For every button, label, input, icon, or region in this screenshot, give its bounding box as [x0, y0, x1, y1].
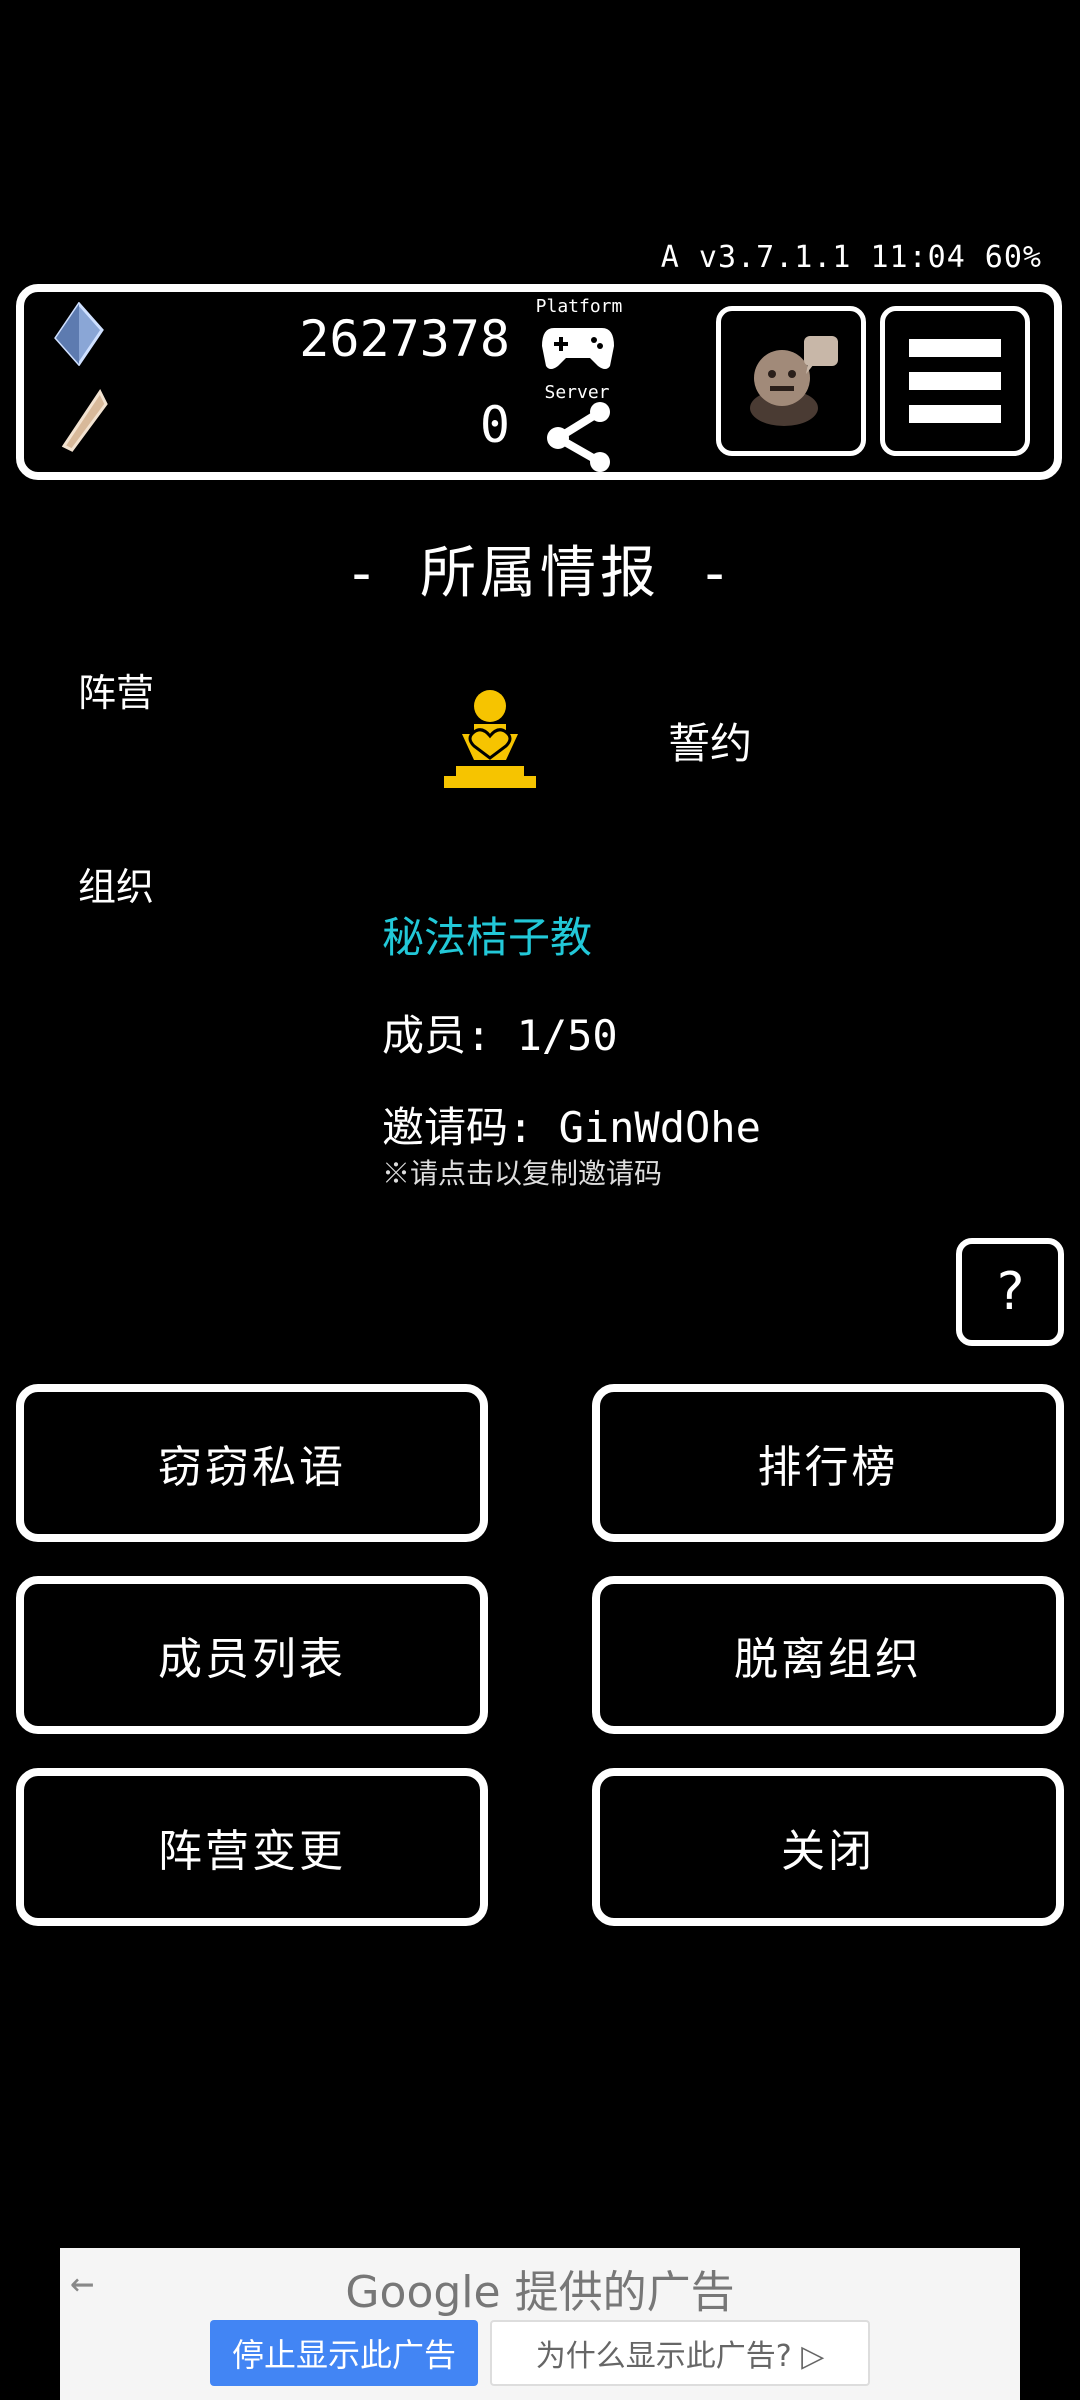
page-title: - 所属情报 - [344, 541, 736, 606]
member-list-button[interactable]: 成员列表 [16, 1576, 488, 1734]
share-icon[interactable] [544, 400, 616, 474]
organization-name[interactable]: 秘法桔子教 [382, 904, 592, 965]
why-this-ad-button[interactable]: 为什么显示此广告? ▷ [490, 2320, 870, 2386]
copy-invite-hint: ※请点击以复制邀请码 [382, 1157, 663, 1190]
chat-character-button[interactable] [716, 306, 866, 456]
crystal-icon [54, 302, 104, 366]
platform-label: Platform [535, 296, 623, 317]
scroll-count: 0 [479, 396, 510, 454]
whisper-button[interactable]: 窃窃私语 [16, 1384, 488, 1542]
scroll-icon [61, 389, 108, 452]
crystal-count: 2627378 [299, 310, 510, 368]
faction-name: 誓约 [668, 719, 753, 768]
close-button[interactable]: 关闭 [592, 1768, 1064, 1926]
chat-character-icon [750, 336, 838, 426]
ad-title: Google 提供的广告 [345, 2267, 735, 2318]
menu-button[interactable] [880, 306, 1030, 456]
ad-banner: ← Google 提供的广告 停止显示此广告 为什么显示此广告? ▷ [60, 2248, 1020, 2400]
member-count: 成员: 1/50 [382, 1011, 618, 1060]
faction-emblem-icon [444, 690, 536, 788]
leave-organization-button[interactable]: 脱离组织 [592, 1576, 1064, 1734]
ranking-button[interactable]: 排行榜 [592, 1384, 1064, 1542]
change-faction-button[interactable]: 阵营变更 [16, 1768, 488, 1926]
help-button[interactable]: ? [956, 1238, 1064, 1346]
faction-label: 阵营 [78, 671, 155, 715]
gamepad-icon[interactable] [540, 322, 616, 374]
stop-showing-ad-button[interactable]: 停止显示此广告 [210, 2320, 478, 2386]
organization-label: 组织 [78, 865, 155, 909]
invite-code[interactable]: 邀请码: GinWdOhe [382, 1094, 761, 1155]
hamburger-icon [909, 339, 1001, 423]
status-bar: A v3.7.1.1 11:04 60% [660, 240, 1042, 275]
